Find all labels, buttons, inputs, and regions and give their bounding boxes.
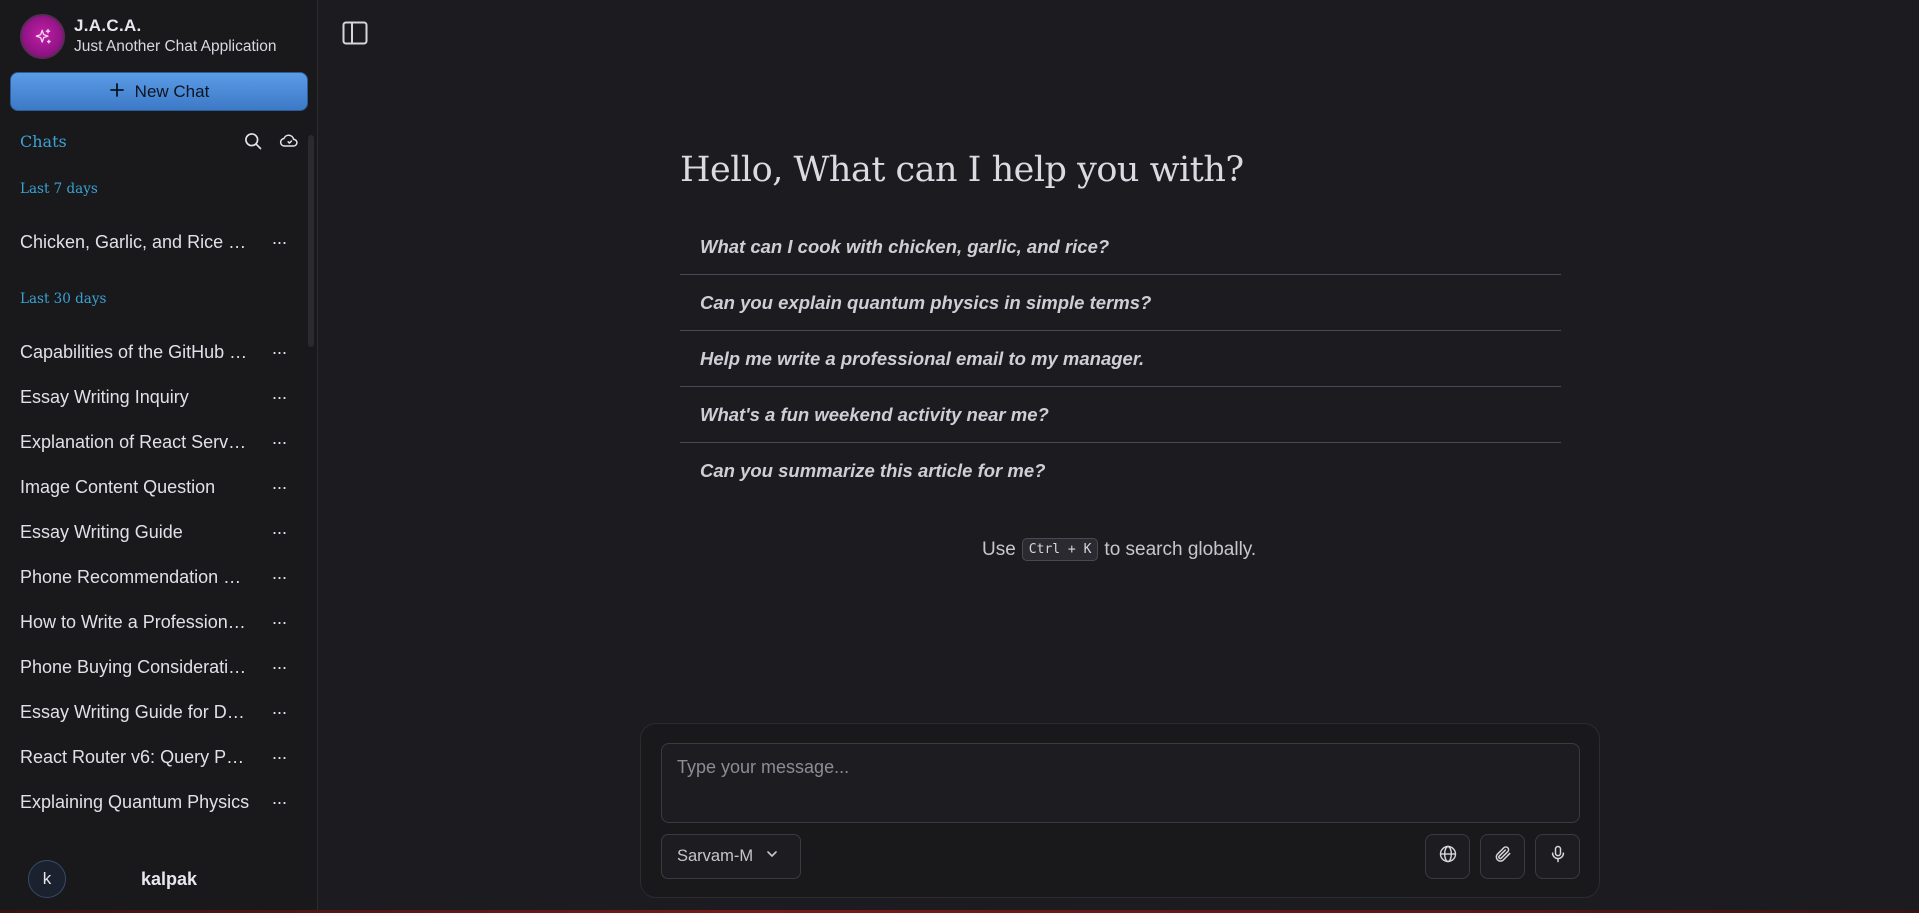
chat-list-item[interactable]: Phone Buying Considerations ··· — [20, 652, 290, 682]
chat-title: Essay Writing Guide for Development — [20, 701, 252, 722]
new-chat-button[interactable]: New Chat — [10, 72, 308, 111]
chat-title: How to Write a Professional Email — [20, 611, 252, 632]
sparkle-icon — [20, 14, 65, 59]
plus-icon — [109, 80, 125, 102]
chat-title: Image Content Question — [20, 476, 216, 497]
chat-list-item[interactable]: Essay Writing Guide for Development ··· — [20, 697, 290, 727]
paperclip-icon — [1493, 844, 1513, 869]
message-input[interactable] — [661, 743, 1580, 823]
suggestion-item[interactable]: What's a fun weekend activity near me? — [680, 387, 1561, 443]
chat-list-item[interactable]: Explaining Quantum Physics ··· — [20, 787, 290, 817]
more-options-icon[interactable]: ··· — [268, 343, 290, 361]
more-options-icon[interactable]: ··· — [268, 658, 290, 676]
chat-list-item[interactable]: Chicken, Garlic, and Rice Recipes ··· — [20, 227, 290, 257]
suggestion-item[interactable]: Help me write a professional email to my… — [680, 331, 1561, 387]
brand: J.A.C.A. Just Another Chat Application — [20, 14, 277, 59]
web-search-button[interactable] — [1425, 834, 1470, 879]
suggestion-item[interactable]: Can you explain quantum physics in simpl… — [680, 275, 1561, 331]
keyboard-shortcut: Ctrl + K — [1021, 538, 1099, 561]
sidebar: J.A.C.A. Just Another Chat Application N… — [0, 0, 318, 910]
hint-text-after: to search globally. — [1104, 538, 1257, 560]
message-composer: Sarvam-M — [640, 723, 1600, 898]
chat-title: Explanation of React Server Components — [20, 431, 252, 452]
more-options-icon[interactable]: ··· — [268, 793, 290, 811]
chat-list-item[interactable]: Capabilities of the GitHub Copilot ··· — [20, 337, 290, 367]
chat-list-item[interactable]: Image Content Question ··· — [20, 472, 290, 502]
search-hint: Use Ctrl + K to search globally. — [982, 538, 1256, 561]
sidebar-toggle-icon[interactable] — [341, 19, 369, 47]
username: kalpak — [141, 868, 198, 889]
model-select-value: Sarvam-M — [677, 847, 754, 865]
hint-text-before: Use — [982, 538, 1016, 560]
suggestion-item[interactable]: Can you summarize this article for me? — [680, 443, 1561, 499]
user-profile[interactable]: k kalpak — [28, 860, 197, 898]
attach-button[interactable] — [1480, 834, 1525, 879]
greeting: Hello, What can I help you with? — [680, 150, 1244, 190]
suggestion-list: What can I cook with chicken, garlic, an… — [680, 219, 1561, 499]
app-subtitle: Just Another Chat Application — [74, 37, 277, 55]
chat-list-item[interactable]: React Router v6: Query Parameters ··· — [20, 742, 290, 772]
more-options-icon[interactable]: ··· — [268, 233, 290, 251]
voice-input-button[interactable] — [1535, 834, 1580, 879]
more-options-icon[interactable]: ··· — [268, 433, 290, 451]
chat-title: Explaining Quantum Physics — [20, 791, 250, 812]
chat-list-item[interactable]: Essay Writing Inquiry ··· — [20, 382, 290, 412]
chat-title: Phone Buying Considerations — [20, 656, 252, 677]
suggestion-item[interactable]: What can I cook with chicken, garlic, an… — [680, 219, 1561, 275]
avatar: k — [28, 860, 66, 898]
chat-title: Essay Writing Inquiry — [20, 386, 189, 407]
more-options-icon[interactable]: ··· — [268, 478, 290, 496]
more-options-icon[interactable]: ··· — [268, 388, 290, 406]
microphone-icon — [1548, 844, 1568, 869]
more-options-icon[interactable]: ··· — [268, 613, 290, 631]
chat-title: Essay Writing Guide — [20, 521, 183, 542]
chat-list-item[interactable]: How to Write a Professional Email ··· — [20, 607, 290, 637]
app-title: J.A.C.A. — [74, 15, 142, 35]
more-options-icon[interactable]: ··· — [268, 568, 290, 586]
chats-title: Chats — [20, 131, 67, 151]
group-label-last-7-days: Last 7 days — [20, 181, 98, 197]
new-chat-label: New Chat — [134, 81, 210, 101]
chat-list-item[interactable]: Explanation of React Server Components ·… — [20, 427, 290, 457]
model-select[interactable]: Sarvam-M — [661, 834, 801, 879]
chat-title: Chicken, Garlic, and Rice Recipes — [20, 231, 252, 252]
chevron-down-icon — [765, 847, 779, 866]
chat-list-item[interactable]: Essay Writing Guide ··· — [20, 517, 290, 547]
chat-title: Capabilities of the GitHub Copilot — [20, 341, 252, 362]
globe-icon — [1438, 844, 1458, 869]
chats-header: Chats — [20, 128, 300, 154]
search-icon[interactable] — [242, 130, 264, 152]
chat-title: Phone Recommendation Request — [20, 566, 252, 587]
more-options-icon[interactable]: ··· — [268, 523, 290, 541]
sidebar-scrollbar[interactable] — [308, 135, 314, 347]
chat-list-item-partial — [20, 838, 240, 852]
more-options-icon[interactable]: ··· — [268, 748, 290, 766]
cloud-icon[interactable] — [278, 130, 300, 152]
more-options-icon[interactable]: ··· — [268, 703, 290, 721]
chat-list-item[interactable]: Phone Recommendation Request ··· — [20, 562, 290, 592]
chat-title: React Router v6: Query Parameters — [20, 746, 252, 767]
group-label-last-30-days: Last 30 days — [20, 291, 107, 307]
